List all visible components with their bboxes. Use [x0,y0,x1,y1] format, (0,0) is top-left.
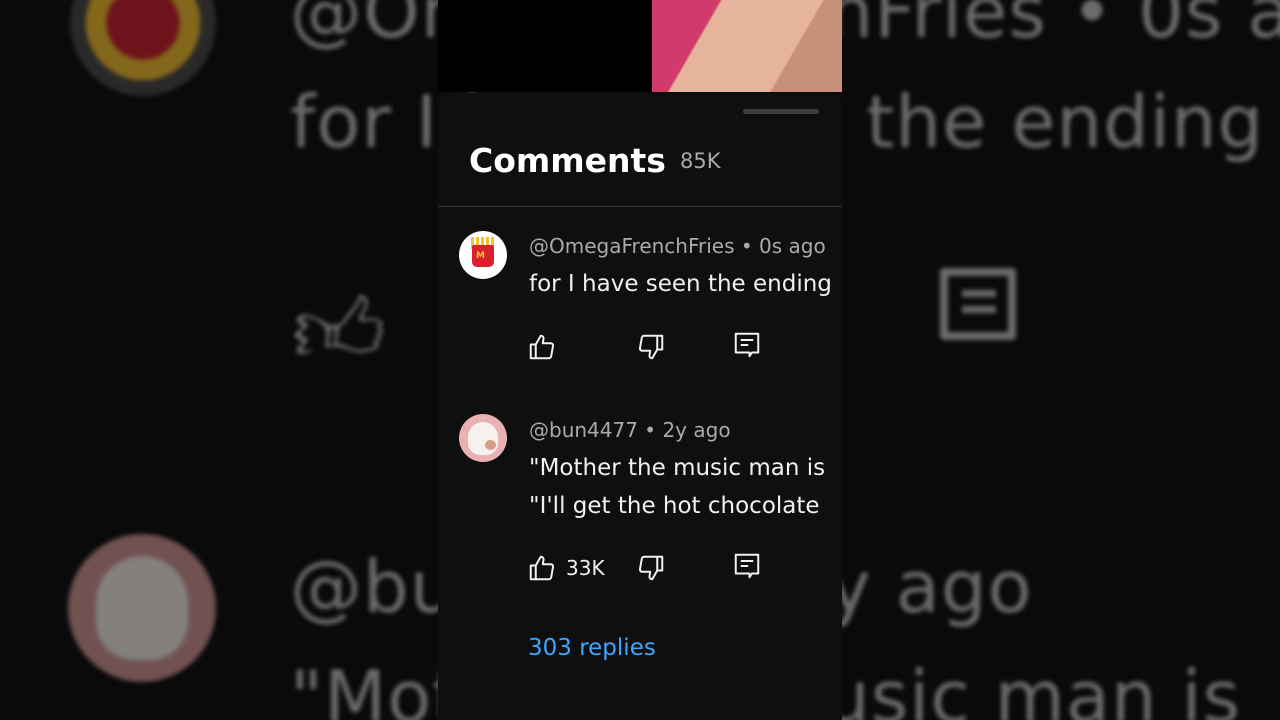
divider [438,206,842,207]
like-button[interactable] [527,332,557,362]
background-thumbs-up-icon: 👍︎ [292,278,387,383]
reply-icon [734,553,760,579]
comment-text: for I have seen the ending [529,271,832,297]
thumbs-down-icon [638,334,664,360]
like-button[interactable] [527,553,557,583]
comment-meta: @bun4477 • 2y ago [529,418,731,442]
background-avatar-omega [70,0,216,96]
thumbs-up-icon [529,555,555,581]
video-player[interactable] [438,0,842,92]
dislike-button[interactable] [636,553,666,583]
comments-count: 85K [680,149,721,173]
comments-title: Comments [469,141,666,180]
dislike-button[interactable] [636,332,666,362]
drag-handle[interactable] [743,109,819,114]
avatar[interactable]: M [459,231,507,279]
avatar[interactable] [459,414,507,462]
thumbs-down-icon [638,555,664,581]
reply-icon [734,332,760,358]
comments-panel: Comments 85K M @OmegaFrenchFries • 0s ag… [438,93,842,720]
view-replies-link[interactable]: 303 replies [528,635,656,661]
reply-button[interactable] [732,330,762,360]
like-count: 33K [566,556,605,580]
comment-text: "Mother the music man is [529,455,826,481]
video-frame [652,0,842,92]
background-reply-icon [940,268,1016,340]
reply-button[interactable] [732,551,762,581]
comment-text: "I'll get the hot chocolate [529,493,820,519]
thumbs-up-icon [529,334,555,360]
comment-meta: @OmegaFrenchFries • 0s ago [529,234,826,258]
background-avatar-bun [68,534,216,682]
